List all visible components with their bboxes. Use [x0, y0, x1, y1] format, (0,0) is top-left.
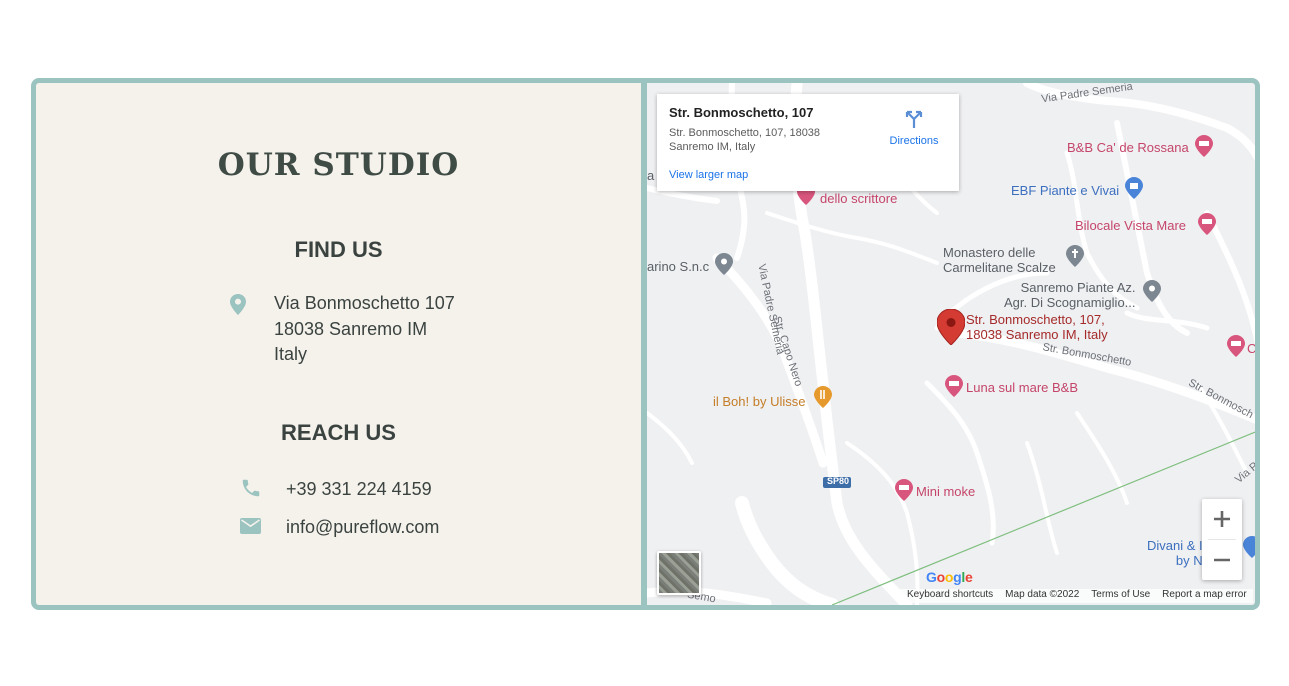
place-label[interactable]: Divani & I by N: [1147, 538, 1203, 568]
info-card-address: Str. Bonmoschetto, 107, 18038 Sanremo IM…: [669, 126, 859, 154]
restaurant-marker-icon[interactable]: [814, 386, 832, 413]
zoom-controls: [1202, 499, 1242, 580]
hotel-marker-icon[interactable]: [1195, 135, 1213, 162]
place-label[interactable]: B&B Ca' de Rossana: [1067, 140, 1189, 155]
road-shield-sp80: SP80: [827, 476, 850, 486]
email-icon: [240, 517, 262, 540]
info-card-address-line: Sanremo IM, Italy: [669, 141, 756, 153]
info-card-address-line: Str. Bonmoschetto, 107, 18038: [669, 127, 821, 139]
shop-marker-icon[interactable]: [1243, 536, 1255, 563]
minus-icon: [1214, 558, 1230, 562]
map-footer: Keyboard shortcuts Map data ©2022 Terms …: [899, 589, 1253, 603]
place-marker-icon[interactable]: [715, 253, 733, 280]
place-label[interactable]: Co: [1247, 341, 1255, 356]
hotel-marker-icon[interactable]: [895, 479, 913, 506]
place-label[interactable]: arino S.n.c: [647, 259, 709, 274]
place-label-line: Agr. Di Scognamiglio...: [1004, 295, 1136, 310]
place-label[interactable]: il Boh! by Ulisse: [713, 394, 805, 409]
place-label-line: Divani & I: [1147, 538, 1203, 553]
place-label[interactable]: Monastero delle Carmelitane Scalze: [943, 245, 1056, 275]
report-error-link[interactable]: Report a map error: [1162, 589, 1246, 603]
find-us-heading: FIND US: [294, 237, 383, 262]
map-embed[interactable]: Via Padre Semeria Via Padre Semeria Str.…: [647, 83, 1255, 605]
church-marker-icon[interactable]: [1066, 245, 1084, 272]
place-label-line: Sanremo Piante Az.: [1020, 280, 1136, 295]
google-logo[interactable]: Google: [926, 569, 973, 585]
place-label[interactable]: Mini moke: [916, 484, 975, 499]
zoom-out-button[interactable]: [1202, 540, 1242, 580]
phone-icon: [240, 477, 262, 504]
marker-label-line: 18038 Sanremo IM, Italy: [966, 327, 1108, 342]
place-label[interactable]: Sanremo Piante Az. Agr. Di Scognamiglio.…: [1004, 280, 1136, 310]
place-label[interactable]: EBF Piante e Vivai: [1011, 183, 1119, 198]
directions-icon: [905, 110, 923, 128]
plus-icon: [1214, 511, 1230, 527]
keyboard-shortcuts-link[interactable]: Keyboard shortcuts: [907, 589, 993, 603]
location-marker-icon[interactable]: [936, 308, 966, 350]
studio-address: Via Bonmoschetto 107 18038 Sanremo IM It…: [274, 291, 455, 368]
place-label[interactable]: Luna sul mare B&B: [966, 380, 1078, 395]
info-card-title: Str. Bonmoschetto, 107: [669, 105, 814, 120]
hotel-marker-icon[interactable]: [1198, 213, 1216, 240]
place-label[interactable]: Bilocale Vista Mare: [1075, 218, 1186, 233]
studio-title: OUR STUDIO: [217, 147, 460, 183]
location-pin-icon: [230, 294, 246, 320]
address-line: Via Bonmoschetto 107: [274, 293, 455, 313]
hotel-marker-icon[interactable]: [1227, 335, 1245, 362]
marker-label-line: Str. Bonmoschetto, 107,: [966, 312, 1105, 327]
address-line: 18038 Sanremo IM: [274, 318, 428, 339]
map-data-text: Map data ©2022: [1005, 589, 1080, 600]
view-larger-map-link[interactable]: View larger map: [669, 169, 748, 181]
zoom-in-button[interactable]: [1202, 499, 1242, 539]
email-link[interactable]: info@pureflow.com: [286, 517, 439, 538]
reach-us-heading: REACH US: [281, 420, 396, 445]
place-label-line: by N: [1175, 553, 1203, 568]
place-marker-icon[interactable]: [1143, 280, 1161, 307]
hotel-marker-icon[interactable]: [945, 375, 963, 402]
studio-section: OUR STUDIO FIND US Via Bonmoschetto 107 …: [31, 78, 1260, 610]
phone-link[interactable]: +39 331 224 4159: [286, 479, 432, 500]
directions-label: Directions: [889, 135, 939, 147]
shop-marker-icon[interactable]: [1125, 177, 1143, 204]
studio-info-panel: OUR STUDIO FIND US Via Bonmoschetto 107 …: [36, 83, 641, 605]
selected-location-label[interactable]: Str. Bonmoschetto, 107, 18038 Sanremo IM…: [966, 312, 1108, 342]
directions-button[interactable]: Directions: [881, 108, 947, 147]
place-label[interactable]: dello scrittore: [820, 191, 897, 206]
address-line: Italy: [274, 344, 308, 364]
terms-link[interactable]: Terms of Use: [1091, 589, 1150, 603]
place-label-line: Carmelitane Scalze: [943, 260, 1056, 275]
place-label-line: Monastero delle: [943, 245, 1036, 260]
map-info-card: Str. Bonmoschetto, 107 Str. Bonmoschetto…: [657, 94, 959, 191]
satellite-toggle[interactable]: [657, 551, 701, 595]
